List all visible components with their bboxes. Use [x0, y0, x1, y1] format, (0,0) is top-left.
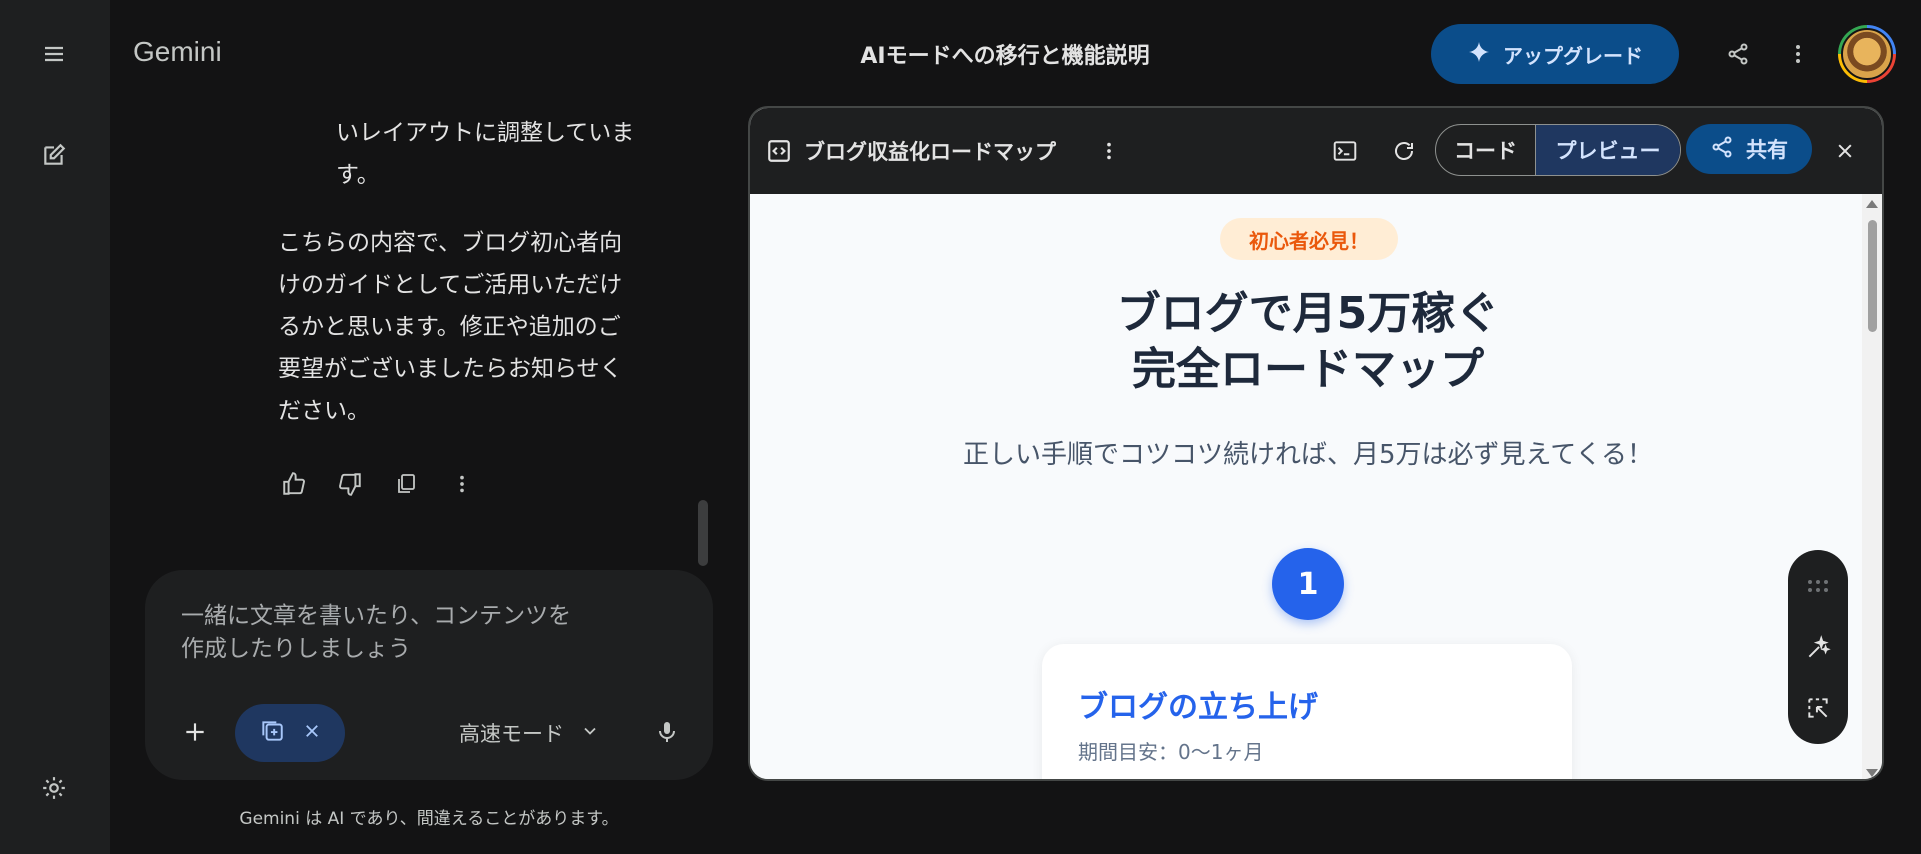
preview-scrollbar[interactable]: [1862, 194, 1882, 779]
beginner-badge: 初心者必見！: [1220, 218, 1398, 260]
canvas-title: ブログ収益化ロードマップ: [804, 140, 1056, 164]
share-icon[interactable]: [1720, 36, 1756, 72]
drag-handle-icon[interactable]: [1800, 568, 1836, 604]
new-chat-icon[interactable]: [36, 137, 72, 173]
prompt-input[interactable]: 一緒に文章を書いたり、コンテンツを 作成したりしましょう: [181, 600, 621, 666]
canvas-toolbar: ブログ収益化ロードマップ コード プレビュー 共有: [750, 108, 1882, 194]
preview-heading: ブログで月5万稼ぐ 完全ロードマップ: [1116, 288, 1500, 395]
response-actions: [276, 466, 480, 502]
thumbs-down-icon[interactable]: [332, 466, 368, 502]
prompt-composer: 一緒に文章を書いたり、コンテンツを 作成したりしましょう 高速モード: [145, 570, 713, 780]
console-icon[interactable]: [1328, 134, 1362, 168]
upgrade-label: アップグレード: [1503, 43, 1643, 68]
preview-content: 初心者必見！ ブログで月5万稼ぐ 完全ロードマップ 正しい手順でコツコツ続ければ…: [750, 194, 1866, 779]
settings-icon[interactable]: [36, 770, 72, 806]
sparkle-icon: [1467, 40, 1491, 69]
microphone-icon[interactable]: [647, 712, 687, 752]
refresh-icon[interactable]: [1387, 134, 1421, 168]
more-vert-icon[interactable]: [444, 466, 480, 502]
mode-selector[interactable]: 高速モード: [459, 718, 600, 748]
share-label: 共有: [1746, 138, 1788, 162]
step-card-duration: 期間目安：0〜1ヶ月: [1078, 740, 1264, 764]
chat-message-tail: いレイアウトに調整していま す。: [336, 120, 635, 188]
mode-label: 高速モード: [459, 722, 564, 746]
canvas-icon: [259, 718, 285, 748]
code-block-icon: [762, 134, 796, 168]
menu-icon[interactable]: [36, 36, 72, 72]
step-card: ブログの立ち上げ 期間目安：0〜1ヶ月: [1042, 644, 1572, 779]
more-vert-icon[interactable]: [1780, 36, 1816, 72]
chat-message-paragraph: こちらの内容で、ブログ初心者向 けのガイドとしてご活用いただけ るかと思います。…: [278, 230, 623, 424]
preview-subtitle: 正しい手順でコツコツ続ければ、月5万は必ず見えてくる！: [963, 440, 1653, 470]
step-card-title: ブログの立ち上げ: [1078, 690, 1318, 725]
chevron-down-icon: [580, 721, 600, 746]
avatar[interactable]: [1838, 25, 1896, 83]
more-vert-icon[interactable]: [1092, 134, 1126, 168]
view-toggle: コード プレビュー: [1435, 124, 1681, 176]
share-button[interactable]: 共有: [1686, 124, 1812, 174]
add-icon[interactable]: [175, 712, 215, 752]
close-icon[interactable]: [1828, 134, 1862, 168]
ai-edit-sparkle-icon[interactable]: [1800, 630, 1836, 666]
tab-preview[interactable]: プレビュー: [1536, 125, 1680, 175]
tab-code[interactable]: コード: [1436, 125, 1536, 175]
brand-logo[interactable]: Gemini: [133, 36, 222, 68]
side-rail: [0, 0, 110, 854]
canvas-panel: ブログ収益化ロードマップ コード プレビュー 共有 初心者必見！ ブログで月5万…: [748, 106, 1884, 781]
share-icon: [1710, 135, 1734, 164]
canvas-tool-chip[interactable]: [235, 704, 345, 762]
select-element-icon[interactable]: [1800, 690, 1836, 726]
upgrade-button[interactable]: アップグレード: [1431, 24, 1679, 84]
floating-edit-toolbar: [1788, 550, 1848, 744]
scroll-down-arrow-icon[interactable]: [1866, 769, 1878, 777]
close-icon[interactable]: [303, 722, 321, 744]
chat-scrollbar[interactable]: [698, 500, 708, 566]
scroll-up-arrow-icon[interactable]: [1866, 200, 1878, 208]
copy-icon[interactable]: [388, 466, 424, 502]
scrollbar-thumb[interactable]: [1868, 220, 1877, 332]
conversation-title: AIモードへの移行と機能説明: [860, 44, 1150, 69]
thumbs-up-icon[interactable]: [276, 466, 312, 502]
step-number-badge: 1: [1272, 548, 1344, 620]
disclaimer-text: Gemini は AI であり、間違えることがあります。: [239, 809, 619, 829]
